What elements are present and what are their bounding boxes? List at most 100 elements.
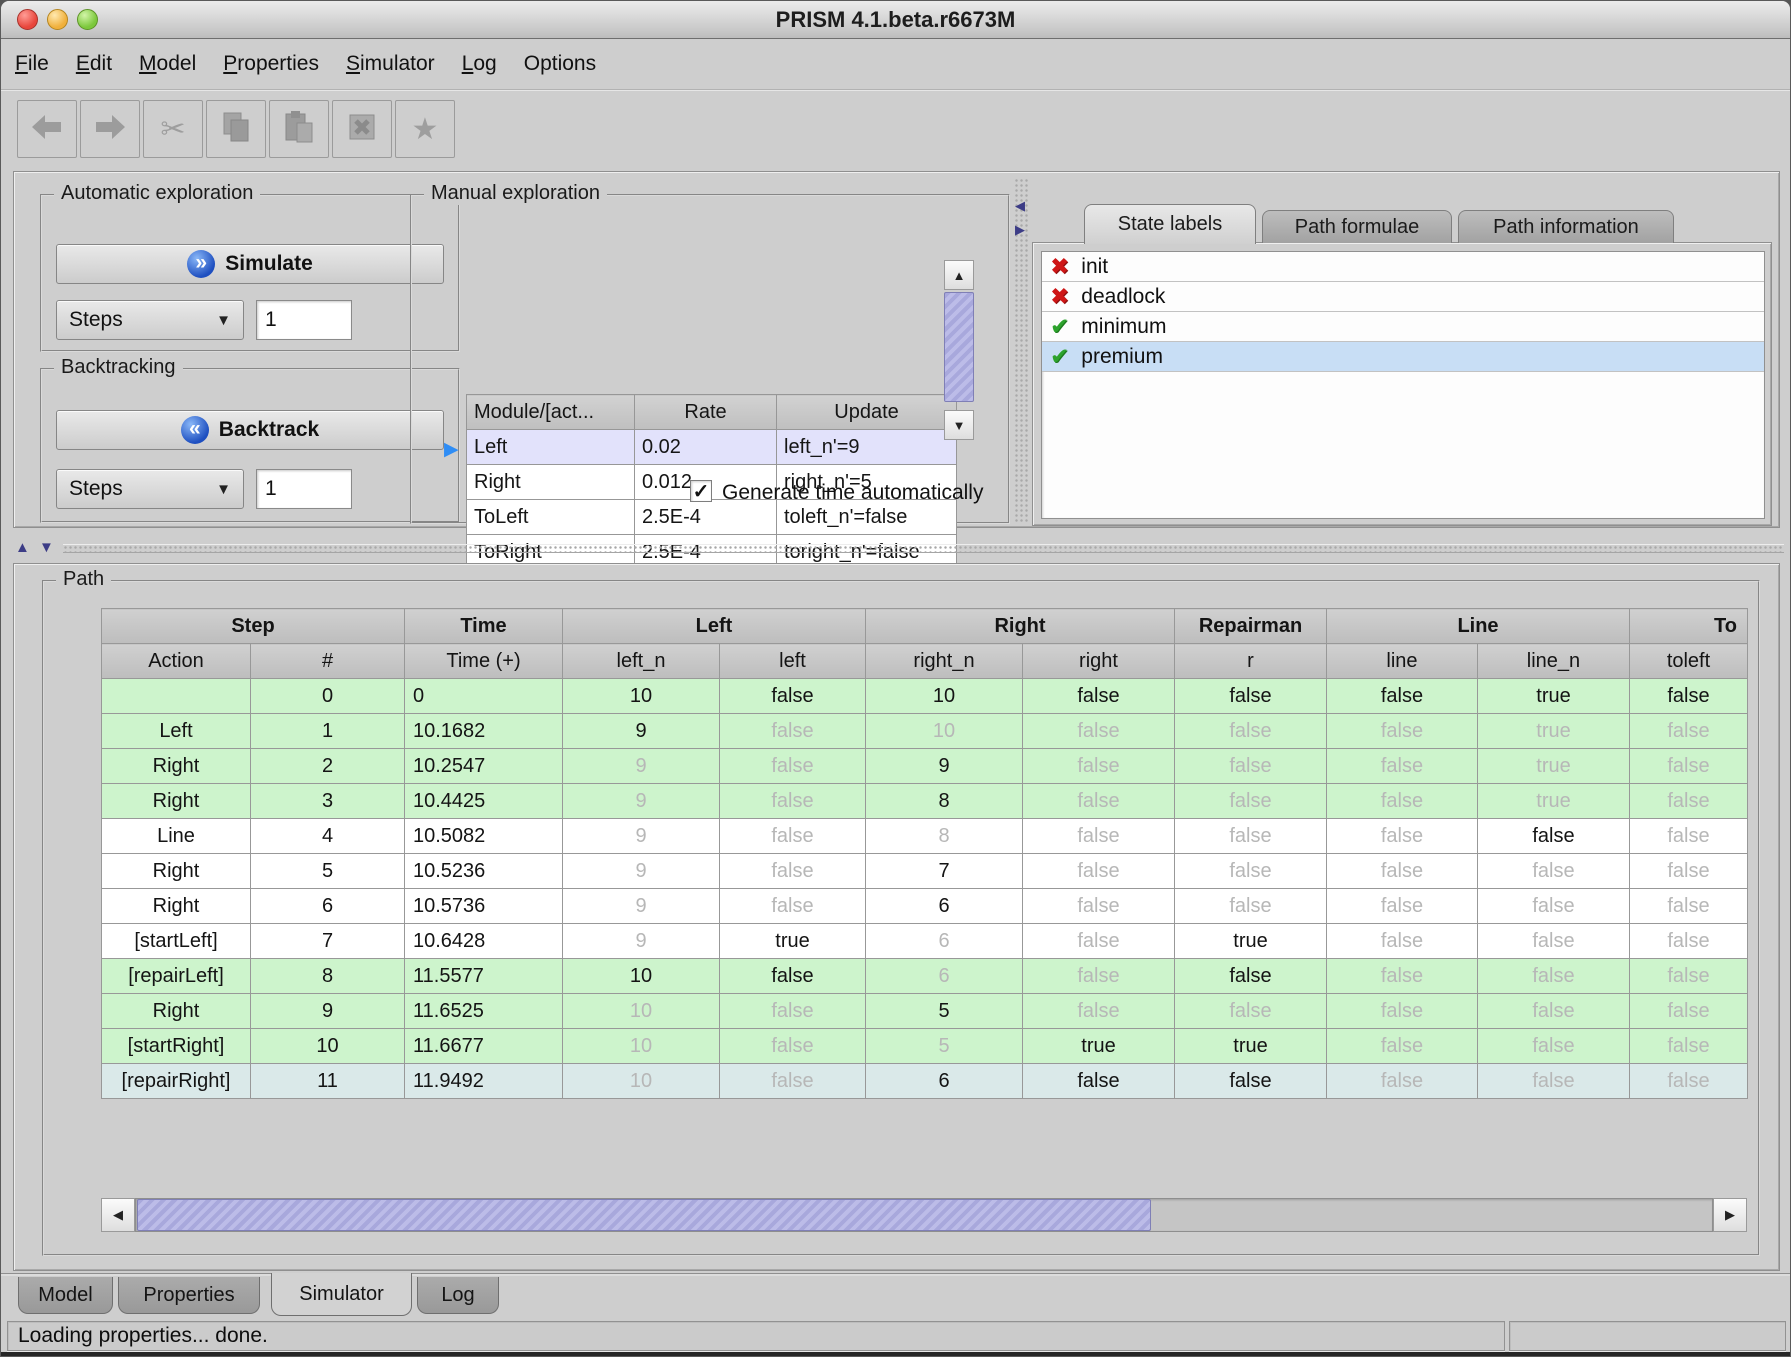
- path-horizontal-scrollbar[interactable]: ◀ ▶: [101, 1198, 1747, 1232]
- path-cell[interactable]: false: [1175, 679, 1327, 714]
- path-row[interactable]: [startRight]1011.667710false5truetruefal…: [102, 1029, 1748, 1064]
- path-cell[interactable]: 8: [251, 959, 405, 994]
- state-label-row-deadlock[interactable]: ✖deadlock: [1042, 282, 1764, 312]
- transition-cell[interactable]: Left: [467, 430, 635, 465]
- path-cell[interactable]: 9: [563, 924, 720, 959]
- path-cell[interactable]: 11.9492: [405, 1064, 563, 1099]
- path-cell[interactable]: false: [1327, 889, 1478, 924]
- path-cell[interactable]: 10.5736: [405, 889, 563, 924]
- generate-time-checkbox[interactable]: ✓: [690, 480, 712, 502]
- path-cell[interactable]: 8: [866, 784, 1023, 819]
- path-cell[interactable]: false: [1023, 749, 1175, 784]
- path-row[interactable]: [startLeft]710.64289true6falsetruefalsef…: [102, 924, 1748, 959]
- paste-button[interactable]: [269, 100, 329, 158]
- path-cell[interactable]: 9: [251, 994, 405, 1029]
- path-row[interactable]: Right310.44259false8falsefalsefalsetruef…: [102, 784, 1748, 819]
- path-row[interactable]: Right911.652510false5falsefalsefalsefals…: [102, 994, 1748, 1029]
- path-cell[interactable]: 5: [251, 854, 405, 889]
- path-cell[interactable]: false: [1175, 714, 1327, 749]
- path-cell[interactable]: false: [1327, 1064, 1478, 1099]
- path-cell[interactable]: false: [1023, 924, 1175, 959]
- manual-table-scrollbar[interactable]: ▲ ▼: [944, 260, 974, 440]
- path-cell[interactable]: false: [1327, 784, 1478, 819]
- path-row[interactable]: [repairRight]1111.949210false6falsefalse…: [102, 1064, 1748, 1099]
- path-cell[interactable]: true: [1023, 1029, 1175, 1064]
- simulate-button[interactable]: » Simulate: [56, 244, 444, 284]
- path-cell[interactable]: false: [1175, 854, 1327, 889]
- path-cell[interactable]: true: [720, 924, 866, 959]
- path-cell[interactable]: Right: [102, 889, 251, 924]
- path-cell[interactable]: false: [720, 1064, 866, 1099]
- path-cell[interactable]: false: [1630, 994, 1748, 1029]
- path-cell[interactable]: false: [1478, 889, 1630, 924]
- transition-cell[interactable]: 0.02: [635, 430, 777, 465]
- path-cell[interactable]: 11.6525: [405, 994, 563, 1029]
- path-cell[interactable]: false: [1630, 784, 1748, 819]
- path-cell[interactable]: false: [1630, 1029, 1748, 1064]
- backtrack-steps-input[interactable]: [256, 469, 352, 509]
- path-cell[interactable]: false: [720, 819, 866, 854]
- path-cell[interactable]: false: [720, 714, 866, 749]
- path-cell[interactable]: Right: [102, 994, 251, 1029]
- path-cell[interactable]: false: [720, 854, 866, 889]
- simulate-steps-dropdown[interactable]: Steps ▼: [56, 300, 244, 340]
- transition-cell[interactable]: left_n'=9: [777, 430, 957, 465]
- path-cell[interactable]: false: [1630, 714, 1748, 749]
- path-cell[interactable]: 9: [563, 854, 720, 889]
- path-cell[interactable]: false: [1478, 1029, 1630, 1064]
- main-tab-log[interactable]: Log: [417, 1277, 499, 1314]
- path-cell[interactable]: 10.2547: [405, 749, 563, 784]
- scrollbar-thumb[interactable]: [944, 292, 974, 402]
- path-cell[interactable]: false: [1478, 924, 1630, 959]
- path-cell[interactable]: false: [1175, 784, 1327, 819]
- menu-log[interactable]: Log: [462, 52, 497, 76]
- path-row[interactable]: Left110.16829false10falsefalsefalsetruef…: [102, 714, 1748, 749]
- path-cell[interactable]: 9: [563, 714, 720, 749]
- path-cell[interactable]: false: [1023, 819, 1175, 854]
- path-cell[interactable]: false: [720, 889, 866, 924]
- path-cell[interactable]: false: [720, 994, 866, 1029]
- path-cell[interactable]: 0: [251, 679, 405, 714]
- path-cell[interactable]: 6: [251, 889, 405, 924]
- collapse-down-icon[interactable]: ▼: [39, 539, 54, 556]
- path-cell[interactable]: false: [720, 749, 866, 784]
- path-cell[interactable]: false: [1175, 889, 1327, 924]
- path-cell[interactable]: 10: [866, 679, 1023, 714]
- path-cell[interactable]: false: [1478, 819, 1630, 854]
- backtrack-steps-dropdown[interactable]: Steps ▼: [56, 469, 244, 509]
- path-cell[interactable]: false: [720, 1029, 866, 1064]
- scroll-right-icon[interactable]: ▶: [1713, 1198, 1747, 1232]
- path-cell[interactable]: false: [1630, 679, 1748, 714]
- path-cell[interactable]: 4: [251, 819, 405, 854]
- path-cell[interactable]: [repairRight]: [102, 1064, 251, 1099]
- path-cell[interactable]: false: [1327, 959, 1478, 994]
- path-cell[interactable]: false: [1023, 1064, 1175, 1099]
- path-cell[interactable]: 10: [563, 959, 720, 994]
- path-cell[interactable]: Line: [102, 819, 251, 854]
- path-cell[interactable]: false: [1630, 749, 1748, 784]
- path-row[interactable]: Right610.57369false6falsefalsefalsefalse…: [102, 889, 1748, 924]
- path-cell[interactable]: false: [1175, 959, 1327, 994]
- path-cell[interactable]: 10: [251, 1029, 405, 1064]
- path-row[interactable]: [repairLeft]811.557710false6falsefalsefa…: [102, 959, 1748, 994]
- path-cell[interactable]: false: [720, 679, 866, 714]
- path-cell[interactable]: 9: [563, 784, 720, 819]
- path-cell[interactable]: false: [1630, 819, 1748, 854]
- path-cell[interactable]: 6: [866, 959, 1023, 994]
- path-cell[interactable]: false: [1327, 1029, 1478, 1064]
- path-cell[interactable]: false: [1478, 994, 1630, 1029]
- star-button[interactable]: ★: [395, 100, 455, 158]
- path-cell[interactable]: false: [1630, 924, 1748, 959]
- path-cell[interactable]: 6: [866, 924, 1023, 959]
- delete-button[interactable]: [332, 100, 392, 158]
- path-cell[interactable]: false: [1327, 924, 1478, 959]
- path-cell[interactable]: true: [1175, 1029, 1327, 1064]
- path-cell[interactable]: 10: [563, 1064, 720, 1099]
- path-cell[interactable]: false: [1175, 1064, 1327, 1099]
- cut-button[interactable]: ✂: [143, 100, 203, 158]
- path-cell[interactable]: true: [1478, 749, 1630, 784]
- menu-properties[interactable]: Properties: [223, 52, 319, 76]
- menu-simulator[interactable]: Simulator: [346, 52, 435, 76]
- menu-model[interactable]: Model: [139, 52, 196, 76]
- path-cell[interactable]: false: [1630, 959, 1748, 994]
